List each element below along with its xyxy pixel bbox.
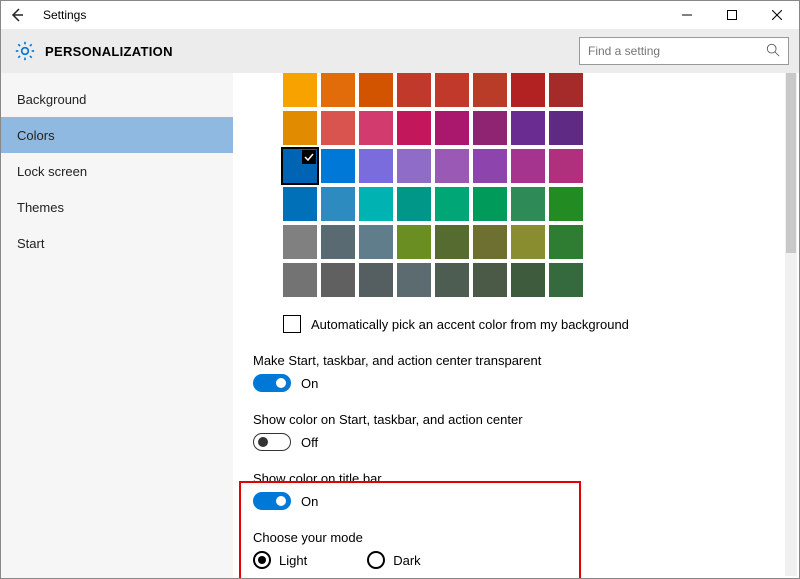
accent-swatch[interactable] [359, 149, 393, 183]
minimize-button[interactable] [664, 1, 709, 29]
accent-swatch[interactable] [473, 225, 507, 259]
back-icon[interactable] [9, 7, 25, 23]
mode-label: Choose your mode [253, 530, 783, 545]
accent-swatch[interactable] [283, 225, 317, 259]
scrollbar[interactable] [785, 73, 797, 576]
accent-swatch[interactable] [473, 187, 507, 221]
accent-swatch[interactable] [321, 225, 355, 259]
sidebar-item-themes[interactable]: Themes [1, 189, 233, 225]
transparency-label: Make Start, taskbar, and action center t… [253, 353, 783, 368]
show-color-title-label: Show color on title bar [253, 471, 783, 486]
accent-swatch[interactable] [283, 111, 317, 145]
mode-light-radio[interactable]: Light [253, 551, 307, 569]
search-input[interactable] [588, 44, 758, 58]
accent-swatch[interactable] [283, 149, 317, 183]
accent-swatch[interactable] [473, 149, 507, 183]
accent-swatch[interactable] [473, 73, 507, 107]
show-color-start-toggle[interactable] [253, 433, 291, 451]
search-icon [766, 43, 780, 60]
accent-swatch[interactable] [397, 225, 431, 259]
accent-swatch[interactable] [511, 225, 545, 259]
accent-swatch[interactable] [321, 263, 355, 297]
show-color-title-toggle[interactable] [253, 492, 291, 510]
accent-swatch[interactable] [511, 149, 545, 183]
accent-swatch[interactable] [473, 111, 507, 145]
close-button[interactable] [754, 1, 799, 29]
sidebar-item-background[interactable]: Background [1, 81, 233, 117]
mode-dark-radio[interactable]: Dark [367, 551, 420, 569]
accent-swatch[interactable] [283, 263, 317, 297]
accent-swatch[interactable] [359, 111, 393, 145]
accent-swatch[interactable] [549, 263, 583, 297]
accent-swatch[interactable] [549, 225, 583, 259]
accent-swatch[interactable] [511, 73, 545, 107]
sidebar-item-colors[interactable]: Colors [1, 117, 233, 153]
sidebar-item-start[interactable]: Start [1, 225, 233, 261]
accent-swatch[interactable] [549, 187, 583, 221]
mode-light-label: Light [279, 553, 307, 568]
accent-color-grid [283, 73, 783, 297]
accent-swatch[interactable] [549, 111, 583, 145]
accent-swatch[interactable] [397, 73, 431, 107]
scrollbar-thumb[interactable] [786, 73, 796, 253]
show-color-title-state: On [301, 494, 318, 509]
accent-swatch[interactable] [435, 111, 469, 145]
window-title: Settings [43, 8, 86, 22]
accent-swatch[interactable] [321, 73, 355, 107]
accent-swatch[interactable] [359, 73, 393, 107]
accent-swatch[interactable] [511, 187, 545, 221]
accent-swatch[interactable] [435, 263, 469, 297]
accent-swatch[interactable] [397, 111, 431, 145]
accent-swatch[interactable] [511, 263, 545, 297]
accent-swatch[interactable] [397, 187, 431, 221]
accent-swatch[interactable] [397, 149, 431, 183]
accent-swatch[interactable] [473, 263, 507, 297]
accent-swatch[interactable] [511, 111, 545, 145]
sidebar: BackgroundColorsLock screenThemesStart [1, 73, 233, 578]
accent-swatch[interactable] [435, 225, 469, 259]
maximize-button[interactable] [709, 1, 754, 29]
mode-dark-label: Dark [393, 553, 420, 568]
accent-swatch[interactable] [321, 149, 355, 183]
accent-swatch[interactable] [435, 149, 469, 183]
accent-swatch[interactable] [435, 187, 469, 221]
accent-swatch[interactable] [359, 263, 393, 297]
accent-swatch[interactable] [549, 149, 583, 183]
accent-swatch[interactable] [397, 263, 431, 297]
accent-swatch[interactable] [359, 225, 393, 259]
show-color-start-label: Show color on Start, taskbar, and action… [253, 412, 783, 427]
show-color-start-state: Off [301, 435, 318, 450]
accent-swatch[interactable] [321, 111, 355, 145]
auto-pick-label: Automatically pick an accent color from … [311, 317, 629, 332]
transparency-state: On [301, 376, 318, 391]
sidebar-item-lock-screen[interactable]: Lock screen [1, 153, 233, 189]
accent-swatch[interactable] [321, 187, 355, 221]
auto-pick-checkbox[interactable] [283, 315, 301, 333]
gear-icon [15, 41, 35, 61]
accent-swatch[interactable] [549, 73, 583, 107]
category-title: PERSONALIZATION [45, 44, 173, 59]
accent-swatch[interactable] [435, 73, 469, 107]
accent-swatch[interactable] [283, 187, 317, 221]
accent-swatch[interactable] [283, 73, 317, 107]
transparency-toggle[interactable] [253, 374, 291, 392]
accent-swatch[interactable] [359, 187, 393, 221]
search-box[interactable] [579, 37, 789, 65]
